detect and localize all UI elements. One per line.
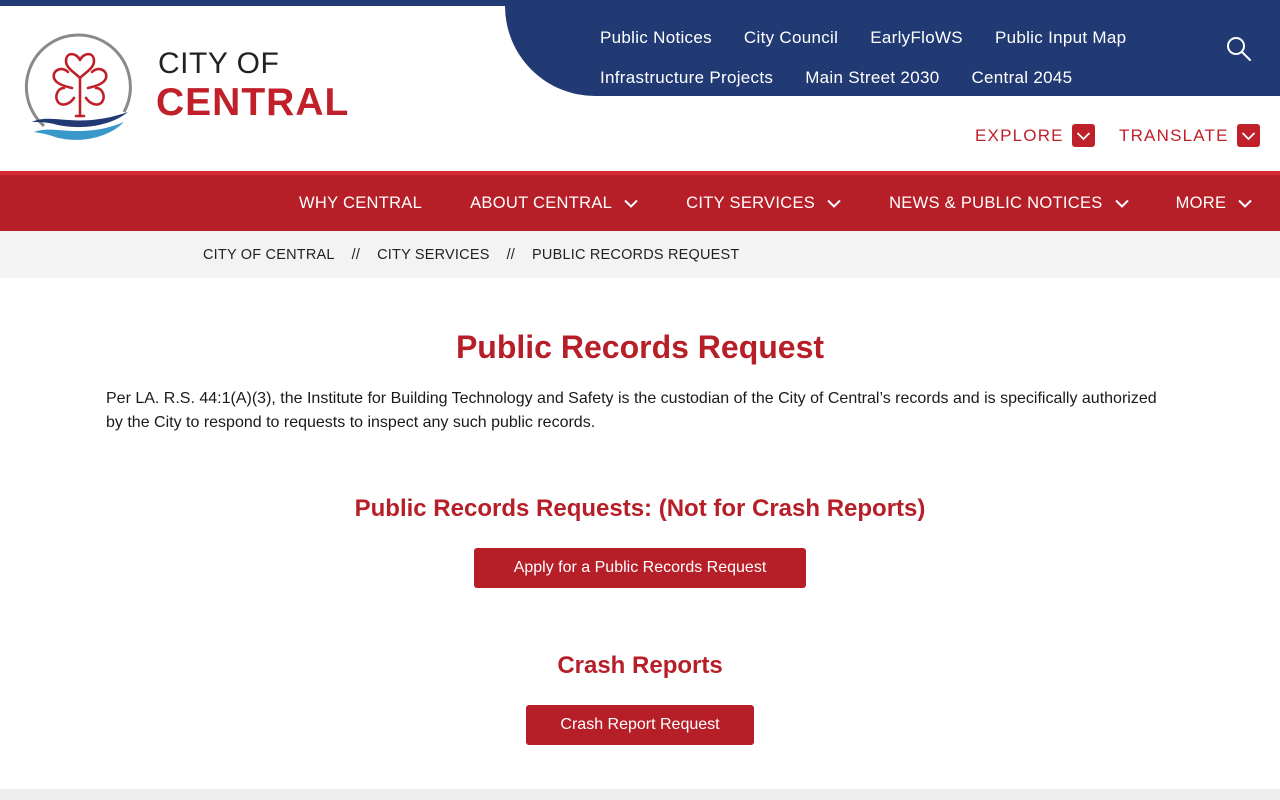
breadcrumb-current: PUBLIC RECORDS REQUEST [532,246,740,263]
intro-paragraph: Per LA. R.S. 44:1(A)(3), the Institute f… [106,390,1157,431]
utility-row-2: Infrastructure Projects Main Street 2030… [600,58,1180,98]
nav-item-city-services[interactable]: CITY SERVICES [686,194,841,213]
nav-label: ABOUT CENTRAL [470,193,613,212]
breadcrumb-separator: // [506,246,516,263]
util-link-public-input-map[interactable]: Public Input Map [995,28,1126,48]
util-link-city-council[interactable]: City Council [744,28,838,48]
nav-label: WHY CENTRAL [299,193,423,212]
chevron-down-icon [1236,124,1260,147]
translate-label: TRANSLATE [1119,125,1229,145]
translate-dropdown[interactable]: TRANSLATE [1119,124,1260,147]
site-logo[interactable]: CITY OF CENTRAL [24,30,364,150]
search-icon [1227,37,1251,61]
breadcrumb-home-link[interactable]: CITY OF CENTRAL [203,247,335,263]
utility-nav-bar: Public Notices City Council EarlyFloWS P… [505,0,1280,96]
breadcrumb-trail: CITY OF CENTRAL // CITY SERVICES // PUBL… [203,231,739,278]
crash-report-request-button[interactable]: Crash Report Request [526,705,754,745]
explore-dropdown[interactable]: EXPLORE [975,124,1095,147]
util-link-main-street-2030[interactable]: Main Street 2030 [805,68,939,88]
nav-label: CITY SERVICES [686,193,816,212]
nav-item-about-central[interactable]: ABOUT CENTRAL [470,194,638,213]
logo-city-of-text: CITY OF [158,47,280,80]
chevron-down-icon [1071,124,1095,147]
footer-strip [0,789,1280,800]
util-link-earlyflows[interactable]: EarlyFloWS [870,28,963,48]
chevron-down-icon [827,199,841,208]
page-title: Public Records Request [455,329,825,365]
nav-item-news-public-notices[interactable]: NEWS & PUBLIC NOTICES [889,194,1129,213]
utility-row-1: Public Notices City Council EarlyFloWS P… [600,18,1180,58]
nav-label: NEWS & PUBLIC NOTICES [889,193,1103,212]
nav-label: MORE [1175,193,1227,212]
util-link-public-notices[interactable]: Public Notices [600,28,712,48]
util-link-infrastructure-projects[interactable]: Infrastructure Projects [600,68,773,88]
util-link-central-2045[interactable]: Central 2045 [971,68,1072,88]
nav-item-more[interactable]: MORE [1176,194,1253,213]
main-nav: WHY CENTRAL ABOUT CENTRAL CITY SERVICES … [0,171,1280,231]
utility-links: Public Notices City Council EarlyFloWS P… [600,18,1180,98]
explore-label: EXPLORE [975,125,1064,145]
city-emblem-icon [24,33,132,140]
search-button[interactable] [1226,36,1252,62]
breadcrumb-section-link[interactable]: CITY SERVICES [377,247,489,263]
crash-reports-heading: Crash Reports [557,652,723,679]
chevron-down-icon [1238,199,1253,208]
breadcrumb: CITY OF CENTRAL // CITY SERVICES // PUBL… [0,231,1280,278]
logo-central-text: CENTRAL [156,81,350,124]
apply-public-records-button[interactable]: Apply for a Public Records Request [474,548,806,588]
chevron-down-icon [1114,199,1129,208]
breadcrumb-separator: // [351,246,361,263]
chevron-down-icon [624,199,638,208]
public-records-heading: Public Records Requests: (Not for Crash … [354,495,926,522]
nav-item-why-central[interactable]: WHY CENTRAL [299,194,422,213]
